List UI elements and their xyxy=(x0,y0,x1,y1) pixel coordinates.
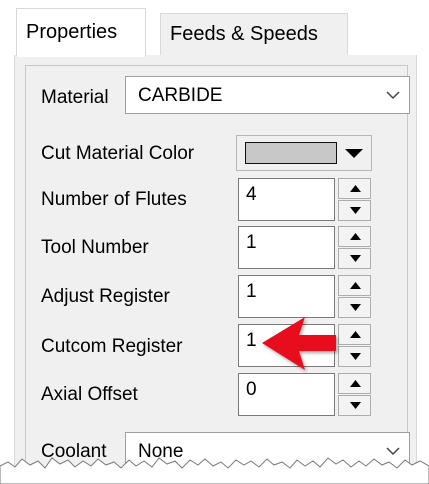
triangle-down-icon xyxy=(350,207,361,214)
tool-number-value: 1 xyxy=(246,232,257,253)
triangle-up-icon xyxy=(350,380,361,387)
chevron-down-icon xyxy=(386,91,400,100)
axial-offset-stepper: 0 xyxy=(238,373,372,416)
tab-properties[interactable]: Properties xyxy=(16,8,146,57)
cutcom-register-label: Cutcom Register xyxy=(41,336,183,357)
cutcom-register-stepper: 1 xyxy=(238,324,372,367)
cutcom-register-decrement-button[interactable] xyxy=(338,346,371,367)
cutcom-register-increment-button[interactable] xyxy=(338,324,371,345)
axial-offset-decrement-button[interactable] xyxy=(338,395,371,416)
tool-number-increment-button[interactable] xyxy=(338,226,371,247)
cutcom-register-input[interactable]: 1 xyxy=(238,324,335,367)
triangle-down-icon xyxy=(350,304,361,311)
number-of-flutes-input[interactable]: 4 xyxy=(238,178,335,221)
color-swatch xyxy=(245,142,337,164)
material-label: Material xyxy=(41,87,109,108)
adjust-register-input[interactable]: 1 xyxy=(238,275,335,318)
tab-strip: Properties Feeds & Speeds xyxy=(14,8,417,57)
number-of-flutes-stepper: 4 xyxy=(238,178,372,221)
torn-edge xyxy=(0,457,429,484)
axial-offset-label: Axial Offset xyxy=(41,384,138,405)
triangle-up-icon xyxy=(350,331,361,338)
triangle-up-icon xyxy=(350,282,361,289)
tool-number-label: Tool Number xyxy=(41,237,149,258)
adjust-register-decrement-button[interactable] xyxy=(338,297,371,318)
tool-number-decrement-button[interactable] xyxy=(338,248,371,269)
tab-feeds-speeds[interactable]: Feeds & Speeds xyxy=(160,13,348,56)
adjust-register-stepper: 1 xyxy=(238,275,372,318)
number-of-flutes-value: 4 xyxy=(246,184,257,205)
adjust-register-value: 1 xyxy=(246,281,257,302)
adjust-register-label: Adjust Register xyxy=(41,286,170,307)
caret-down-icon xyxy=(345,149,363,158)
properties-panel xyxy=(14,55,417,484)
triangle-up-icon xyxy=(350,233,361,240)
number-of-flutes-label: Number of Flutes xyxy=(41,189,187,210)
tool-number-input[interactable]: 1 xyxy=(238,226,335,269)
number-of-flutes-increment-button[interactable] xyxy=(338,178,371,199)
triangle-up-icon xyxy=(350,185,361,192)
cut-material-color-label: Cut Material Color xyxy=(41,143,195,164)
tool-number-stepper: 1 xyxy=(238,226,372,269)
material-select[interactable]: CARBIDE xyxy=(125,76,410,114)
triangle-down-icon xyxy=(350,402,361,409)
cutcom-register-value: 1 xyxy=(246,330,257,351)
triangle-down-icon xyxy=(350,255,361,262)
adjust-register-increment-button[interactable] xyxy=(338,275,371,296)
axial-offset-value: 0 xyxy=(246,379,257,400)
triangle-down-icon xyxy=(350,353,361,360)
material-value: CARBIDE xyxy=(138,85,223,106)
number-of-flutes-decrement-button[interactable] xyxy=(338,200,371,221)
cut-material-color-picker[interactable] xyxy=(236,135,372,171)
axial-offset-input[interactable]: 0 xyxy=(238,373,335,416)
axial-offset-increment-button[interactable] xyxy=(338,373,371,394)
